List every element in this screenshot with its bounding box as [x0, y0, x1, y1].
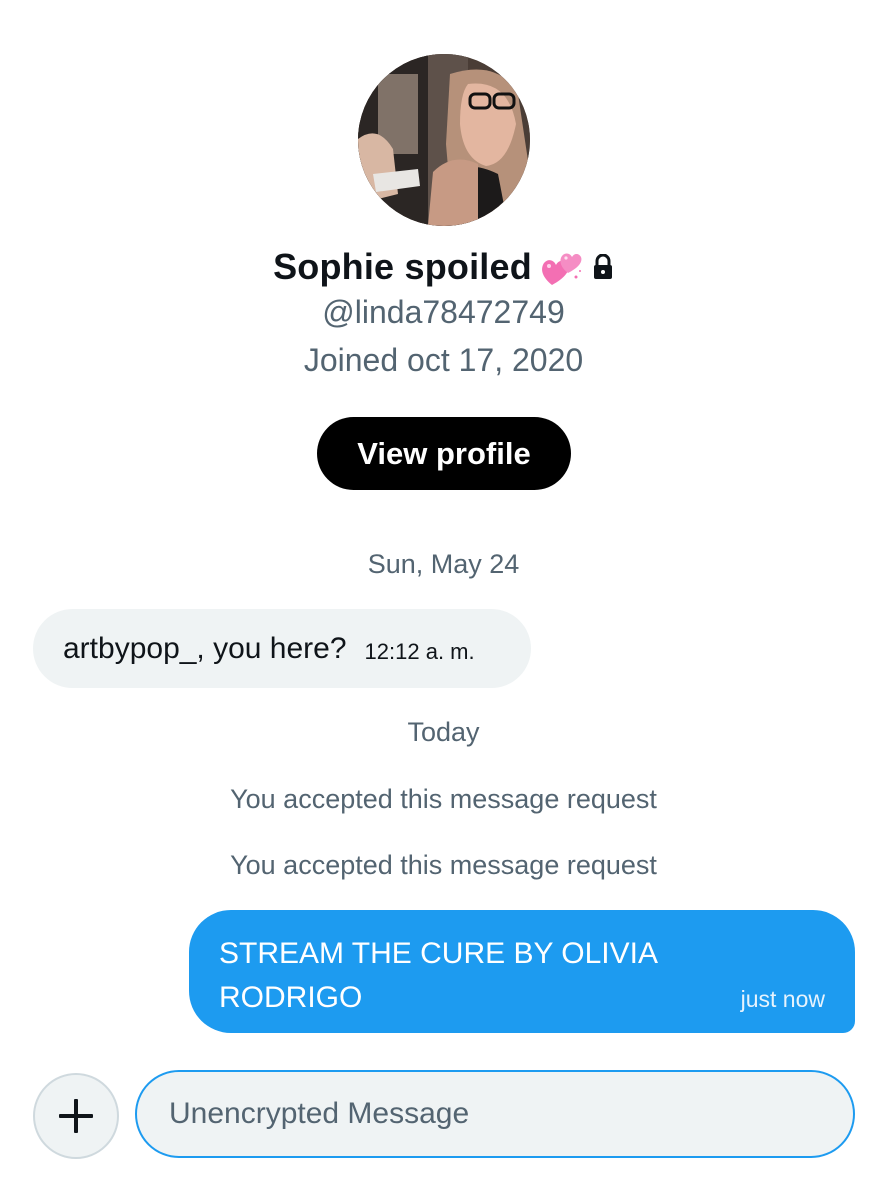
profile-joined-date: Joined oct 17, 2020: [303, 342, 584, 378]
outgoing-message-bubble[interactable]: STREAM THE CURE BY OLIVIA RODRIGO just n…: [189, 910, 855, 1033]
incoming-message-time: 12:12 a. m.: [364, 638, 475, 664]
date-separator: Today: [407, 717, 480, 747]
system-note: You accepted this message request: [230, 784, 657, 814]
view-profile-button[interactable]: View profile: [317, 417, 571, 490]
profile-handle: @linda78472749: [322, 294, 565, 330]
system-note: You accepted this message request: [230, 850, 657, 880]
lock-icon: [592, 253, 614, 280]
incoming-message-text: artbypop_, you here?: [63, 631, 347, 665]
avatar[interactable]: [358, 54, 530, 226]
outgoing-message-text: STREAM THE CURE BY OLIVIA RODRIGO: [219, 937, 657, 1014]
add-media-button[interactable]: [33, 1073, 119, 1159]
profile-display-name: Sophie spoiled: [273, 246, 532, 287]
plus-icon: [59, 1099, 93, 1133]
outgoing-message-time: just now: [740, 986, 825, 1012]
incoming-message-bubble[interactable]: artbypop_, you here? 12:12 a. m.: [33, 609, 531, 688]
message-input[interactable]: [135, 1070, 855, 1158]
avatar-image: [358, 54, 530, 226]
date-separator: Sun, May 24: [367, 549, 520, 579]
two-hearts-emoji-icon: [540, 247, 584, 287]
profile-name-row: Sophie spoiled: [0, 240, 887, 294]
